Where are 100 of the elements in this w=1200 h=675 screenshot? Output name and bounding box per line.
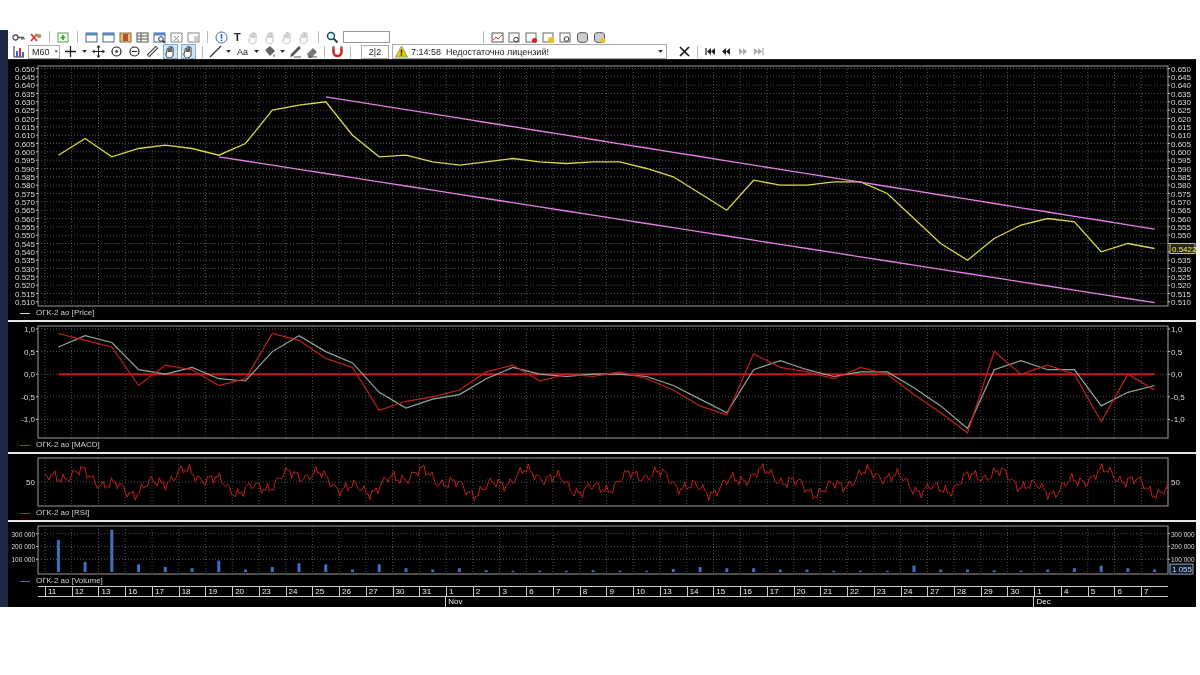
date-label: 7	[555, 587, 561, 596]
window-icon[interactable]	[102, 30, 115, 44]
skip-back-icon[interactable]	[704, 45, 717, 58]
font-tool[interactable]: Aa	[235, 45, 250, 58]
axis-label: -1,0	[1171, 415, 1185, 425]
volume-bar	[190, 568, 194, 572]
date-label: 1	[449, 587, 454, 596]
crosshair-tool-button[interactable]	[63, 44, 78, 59]
ruler-tool-button[interactable]	[145, 44, 160, 59]
axis-label: 0.605	[14, 139, 35, 149]
timeframe-select[interactable]: M60	[28, 44, 60, 59]
volume-bar	[992, 570, 996, 573]
volume-bar	[778, 569, 782, 573]
database-icon[interactable]	[592, 30, 606, 44]
axis-label: 0.570	[14, 197, 35, 207]
date-label: 22	[850, 587, 859, 596]
circle-tool-button[interactable]	[127, 44, 142, 59]
volume-bar	[431, 569, 435, 573]
axis-label: 0.530	[14, 264, 35, 274]
axis-label: 0.585	[1171, 172, 1192, 182]
date-label: 11	[48, 587, 57, 596]
axis-label: -0,5	[1171, 392, 1185, 402]
date-label: 19	[208, 587, 218, 596]
axis-label: 0.590	[14, 164, 35, 174]
panel-icon[interactable]	[119, 30, 132, 44]
axis-label: 1,0	[1171, 324, 1183, 334]
close-icon[interactable]	[678, 45, 691, 58]
table-icon[interactable]	[136, 30, 149, 44]
window-close-icon[interactable]	[170, 30, 183, 44]
info-icon[interactable]	[215, 30, 228, 44]
axis-label: 0.525	[14, 272, 35, 282]
date-label: 25	[315, 587, 325, 596]
hand-tool-button[interactable]	[181, 44, 196, 59]
date-label: 6	[1117, 587, 1122, 596]
volume-bar	[538, 570, 542, 573]
bar-chart-icon[interactable]	[12, 45, 25, 58]
volume-tag: 1 055	[1169, 563, 1194, 575]
axis-label: 0.580	[14, 181, 35, 191]
volume-bar	[110, 529, 114, 572]
axis-label: 0.615	[1171, 122, 1192, 132]
volume-bar	[1099, 565, 1103, 573]
date-label: 18	[181, 587, 191, 596]
legend-label: ОГК-2 ао [RSI]	[36, 508, 90, 518]
date-label: 7	[1144, 587, 1149, 596]
volume-bar	[752, 568, 756, 572]
chart-window-icon[interactable]	[490, 30, 504, 44]
move-tool-button[interactable]	[91, 44, 106, 59]
axis-label: 0.595	[1171, 156, 1192, 166]
magnet-icon[interactable]	[331, 45, 344, 58]
warning-icon[interactable]	[395, 45, 408, 58]
volume-bar	[912, 565, 916, 573]
axis-label: 0.575	[14, 189, 35, 199]
volume-bar	[885, 570, 889, 573]
date-label: 30	[395, 587, 405, 596]
date-label: 16	[743, 587, 752, 596]
volume-bar	[56, 540, 60, 573]
hand-tool-button[interactable]	[163, 44, 178, 59]
month-label: Dec	[1036, 597, 1051, 606]
eraser-icon[interactable]	[305, 45, 318, 58]
pen-icon[interactable]	[289, 45, 302, 58]
axis-label: 0.555	[1171, 222, 1192, 232]
axis-label: 0.515	[14, 289, 35, 299]
paint-bucket-icon[interactable]	[263, 45, 276, 58]
date-label: 6	[529, 587, 534, 596]
volume-bar	[966, 569, 969, 573]
axis-label: 0.575	[1171, 189, 1192, 199]
axis-label: 0.640	[14, 81, 35, 91]
volume-bar	[618, 570, 622, 573]
axis-label: 0.580	[1171, 181, 1192, 191]
legend-label: ОГК-2 ао [Volume]	[36, 576, 103, 586]
volume-bar	[939, 569, 943, 573]
volume-bar	[725, 568, 729, 572]
axis-label: 0.650	[14, 64, 35, 74]
window-icon[interactable]	[85, 30, 98, 44]
line-icon[interactable]	[209, 45, 222, 58]
volume-bar	[591, 570, 595, 573]
message-select[interactable]: 7:14:58 Недостаточно лицензий!	[392, 44, 667, 59]
axis-label: 0.645	[1171, 72, 1192, 82]
search-icon[interactable]	[325, 30, 339, 44]
volume-bar	[1153, 569, 1157, 573]
axis-label: 0.515	[1171, 289, 1192, 299]
axis-label: 0.510	[14, 297, 35, 307]
text-tool[interactable]: T	[232, 31, 243, 43]
search-field[interactable]	[342, 31, 390, 43]
axis-label: 50	[1171, 478, 1180, 487]
target-tool-button[interactable]	[109, 44, 124, 59]
axis-label: 1,0	[23, 324, 35, 334]
date-label: 12	[74, 587, 84, 596]
window-alert-icon[interactable]	[524, 30, 538, 44]
page-field[interactable]: 2|2	[361, 44, 389, 59]
database-icon[interactable]	[575, 30, 589, 44]
axis-label: 0.630	[1171, 97, 1192, 107]
volume-bar	[404, 568, 408, 572]
date-label: 3	[502, 587, 507, 596]
volume-bar	[1019, 570, 1023, 573]
axis-label: 0.620	[1171, 114, 1192, 124]
date-label: 27	[368, 587, 378, 596]
axis-label: 0.545	[14, 239, 35, 249]
axis-label: 0.620	[14, 114, 35, 124]
axis-label: 0.525	[1171, 272, 1192, 282]
